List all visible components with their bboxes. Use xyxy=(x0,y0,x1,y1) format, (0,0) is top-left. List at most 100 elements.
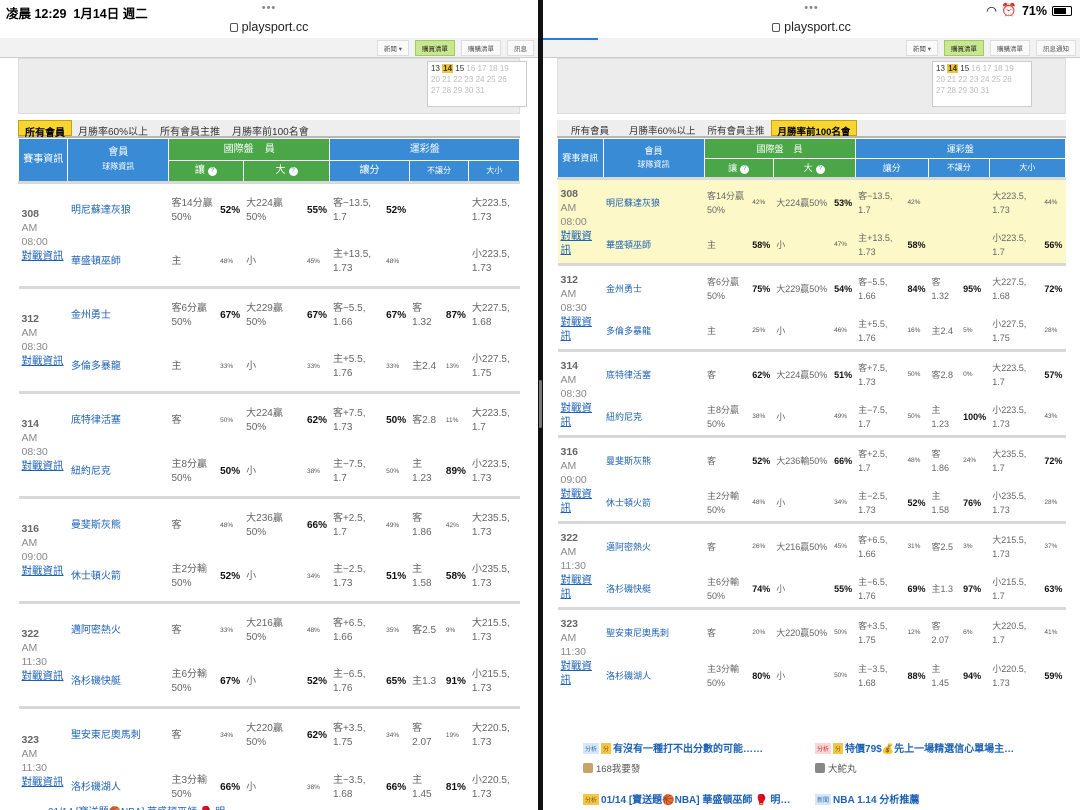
rang-percent: 20% xyxy=(749,607,774,657)
multitask-dots[interactable]: ••• xyxy=(804,2,819,14)
game-time: 09:00 xyxy=(560,473,587,486)
rang-pick: 主6分輸50% xyxy=(171,668,208,694)
table-row: 多倫多暴龍主 33% 小 33% 主+5.5, 1.76 33% 主2.4 13% 小227.5… xyxy=(19,343,520,393)
tab-all-members[interactable]: 所有會員 xyxy=(18,120,72,139)
news-item[interactable]: 新聞 NBA 1.14 分析推薦 xyxy=(815,791,919,806)
site-top-nav: 新聞 ▾ 購買清單 購購清單 訊息通知 xyxy=(543,38,1080,58)
matchup-info-link[interactable]: 對戰資訊 xyxy=(22,354,65,368)
rangfen-pick: 主+5.5, 1.76 xyxy=(332,353,366,379)
left-news-cutoff[interactable]: 01/14 [寶送題🏀NBA] 華盛頓巫師 🥊 明… xyxy=(48,803,235,810)
da-percent: 55% xyxy=(834,583,853,594)
news-item[interactable]: 分析 01/14 [寶送題🏀NBA] 華盛頓巫師 🥊 明… xyxy=(583,791,790,806)
matchup-info-link[interactable]: 對戰資訊 xyxy=(22,775,65,789)
team-name[interactable]: 金州勇士 xyxy=(603,263,705,313)
matchup-info-link[interactable]: 對戰資訊 xyxy=(561,573,601,601)
address-bar[interactable]: playsport.cc xyxy=(543,20,1080,40)
rang-pick: 客 xyxy=(168,391,218,448)
tab-all-main-picks[interactable]: 所有會員主推 xyxy=(702,120,771,137)
matchup-info-link[interactable]: 對戰資訊 xyxy=(561,229,601,257)
header-intl: 國際盤 員 xyxy=(167,138,331,161)
rang-percent: 42% xyxy=(749,177,774,227)
matchup-info-link[interactable]: 對戰資訊 xyxy=(22,459,65,473)
nav-notifications[interactable]: 訊息通知 xyxy=(1036,39,1076,56)
daxiao-percent: 28% xyxy=(1044,326,1058,334)
rang-percent: 34% xyxy=(217,706,244,763)
team-name[interactable]: 底特律活塞 xyxy=(603,349,705,399)
burang-percent: 24% xyxy=(960,435,990,485)
nav-news[interactable]: 新聞 ▾ xyxy=(905,39,938,56)
team-name[interactable]: 華盛頓巫師 xyxy=(68,238,169,288)
address-bar[interactable]: playsport.cc xyxy=(0,20,538,38)
team-name[interactable]: 明尼蘇達灰狼 xyxy=(67,181,169,238)
nav-messages[interactable]: 訊息 xyxy=(507,39,534,56)
da-percent: 66% xyxy=(303,496,330,553)
daxiao-percent: 59% xyxy=(1044,670,1063,681)
nav-purchase-list[interactable]: 購買清單 xyxy=(415,39,455,56)
team-name[interactable]: 華盛頓巫師 xyxy=(603,226,705,265)
tab-win-rate-60[interactable]: 月勝率60%以上 xyxy=(623,120,702,137)
tab-top-100[interactable]: 月勝率前100名會 xyxy=(226,120,315,138)
news-item[interactable]: 分析分特價79$💰先上一場精選信心單場主… 大鮀丸 xyxy=(815,740,1014,775)
team-name[interactable]: 明尼蘇達灰狼 xyxy=(603,177,705,227)
team-name[interactable]: 洛杉磯湖人 xyxy=(603,657,704,695)
rang-percent: 48% xyxy=(220,257,234,265)
tab-all-members[interactable]: 所有會員 xyxy=(557,120,623,137)
team-name[interactable]: 多倫多暴龍 xyxy=(603,313,704,351)
daxiao-pick: 小220.5, 1.73 xyxy=(992,663,1027,688)
team-name[interactable]: 紐約尼克 xyxy=(603,399,704,437)
game-ampm: AM xyxy=(560,287,577,300)
nav-news[interactable]: 新聞 ▾ xyxy=(376,39,409,56)
team-name[interactable]: 多倫多暴龍 xyxy=(68,343,169,393)
nav-buy-list[interactable]: 購購清單 xyxy=(461,39,501,56)
matchup-info-link[interactable]: 對戰資訊 xyxy=(561,315,601,343)
avatar xyxy=(583,763,593,773)
multitask-dots[interactable]: ••• xyxy=(262,2,277,14)
matchup-info-link[interactable]: 對戰資訊 xyxy=(22,564,65,578)
game-ampm: AM xyxy=(560,373,577,386)
tab-win-rate-60[interactable]: 月勝率60%以上 xyxy=(72,120,154,138)
help-icon[interactable]: ? xyxy=(815,165,825,174)
rang-pick: 主 xyxy=(171,255,182,267)
team-name[interactable]: 洛杉磯快艇 xyxy=(68,658,169,708)
divider-handle[interactable] xyxy=(539,380,542,428)
help-icon[interactable]: ? xyxy=(740,165,750,174)
team-name[interactable]: 底特律活塞 xyxy=(67,391,169,448)
da-pick: 大220贏50% xyxy=(773,607,832,657)
table-row: 華盛頓巫師主 48% 小 45% 主+13.5, 1.73 48% 小223.5, 1.73 xyxy=(19,238,520,288)
rang-percent: 67% xyxy=(220,675,241,687)
matchup-info-link[interactable]: 對戰資訊 xyxy=(22,669,65,683)
team-name[interactable]: 金州勇士 xyxy=(67,286,169,343)
da-pick: 大236贏50% xyxy=(243,496,304,553)
table-row: 323 AM 11:30 對戰資訊 聖安東尼奧馬刺客 20% 大220贏50% 50% 客+3.… xyxy=(557,607,1066,695)
team-name[interactable]: 洛杉磯快艇 xyxy=(603,571,704,609)
team-name[interactable]: 休士頓火箭 xyxy=(68,553,169,603)
help-icon[interactable]: ? xyxy=(207,167,217,176)
matchup-info-link[interactable]: 對戰資訊 xyxy=(561,401,601,429)
team-name[interactable]: 曼斐斯灰熊 xyxy=(603,435,705,485)
burang-pick: 主1.58 xyxy=(931,490,949,515)
tab-all-main-picks[interactable]: 所有會員主推 xyxy=(154,120,226,138)
da-pick: 大216贏50% xyxy=(773,521,832,571)
team-name[interactable]: 聖安東尼奧馬刺 xyxy=(603,607,705,657)
rangfen-pick: 主−7.5, 1.7 xyxy=(858,404,888,429)
rang-percent: 75% xyxy=(749,263,774,313)
team-name[interactable]: 邁阿密熱火 xyxy=(603,521,705,571)
tab-top-100[interactable]: 月勝率前100名會 xyxy=(770,120,858,138)
team-name[interactable]: 紐約尼克 xyxy=(68,448,169,498)
matchup-info-link[interactable]: 對戰資訊 xyxy=(22,249,65,263)
matchup-info-link[interactable]: 對戰資訊 xyxy=(561,487,601,515)
mini-calendar[interactable]: 13 14 15 16 17 18 19 20 21 22 23 24 25 2… xyxy=(427,61,527,107)
team-name[interactable]: 聖安東尼奧馬刺 xyxy=(67,706,169,763)
da-percent: 54% xyxy=(831,263,856,313)
da-percent: 62% xyxy=(303,706,330,763)
news-item[interactable]: 分析分有沒有一種打不出分數的可能…… 168我要發 xyxy=(583,740,763,775)
rang-pick: 主6分輸50% xyxy=(707,576,740,601)
nav-purchase-list[interactable]: 購買清單 xyxy=(944,39,984,56)
matchup-info-link[interactable]: 對戰資訊 xyxy=(561,659,601,687)
nav-buy-list[interactable]: 購購清單 xyxy=(990,39,1030,56)
team-name[interactable]: 邁阿密熱火 xyxy=(67,601,169,658)
mini-calendar[interactable]: 13 14 15 16 17 18 19 20 21 22 23 24 25 2… xyxy=(932,61,1032,107)
team-name[interactable]: 休士頓火箭 xyxy=(603,485,704,523)
team-name[interactable]: 曼斐斯灰熊 xyxy=(67,496,169,553)
help-icon[interactable]: ? xyxy=(288,167,298,176)
